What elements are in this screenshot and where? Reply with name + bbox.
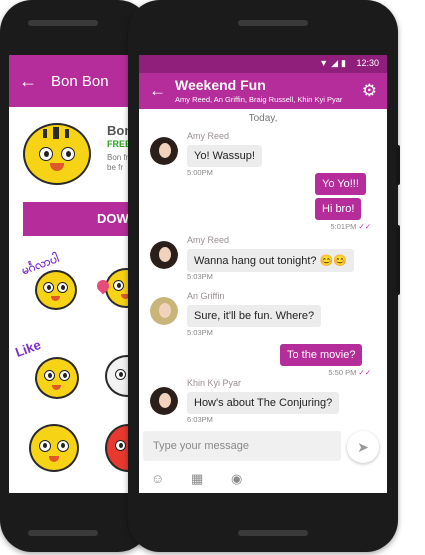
sticker-pack-header: Bon FREE Bon friend be fr: [9, 115, 141, 200]
tiger-sticker-thumbnail: [23, 123, 91, 185]
avatar[interactable]: [150, 241, 178, 269]
read-receipt-icon: ✓✓: [358, 368, 371, 377]
message-sender: Amy Reed: [187, 235, 230, 245]
speaker-grille: [238, 20, 308, 26]
chat-title: Weekend Fun: [175, 77, 266, 93]
arrow-left-icon[interactable]: ←: [19, 71, 37, 92]
message-bubble-incoming[interactable]: Wanna hang out tonight? 😊😊: [187, 249, 354, 272]
image-icon[interactable]: ▦: [191, 471, 203, 487]
chat-members: Amy Reed, An Griffin, Braig Russell, Khi…: [175, 95, 343, 104]
sticker-store-screen: ← Bon Bon Bon FREE Bon friend be fr DOW …: [9, 55, 141, 493]
speaker-grille: [28, 20, 98, 26]
status-bar: ▼◢▮ 12:30: [139, 55, 387, 73]
send-icon[interactable]: ➤: [347, 431, 379, 463]
power-button: [396, 225, 400, 295]
chat-appbar: ← Weekend Fun Amy Reed, An Griffin, Brai…: [139, 73, 387, 109]
message-sender: An Griffin: [187, 291, 225, 301]
wifi-icon: ▼: [319, 58, 332, 68]
status-icons: ▼◢▮: [319, 58, 349, 69]
speaker-grille: [28, 530, 98, 536]
sticker-store-appbar: ← Bon Bon: [9, 55, 141, 107]
message-input[interactable]: Type your message: [143, 431, 341, 461]
camera-icon[interactable]: ◉: [231, 471, 242, 487]
avatar[interactable]: [150, 137, 178, 165]
sticker-item[interactable]: Like: [13, 337, 81, 401]
sticker-item[interactable]: [19, 420, 81, 484]
message-bubble-incoming[interactable]: How's about The Conjuring?: [187, 392, 340, 414]
tiger-sticker: [35, 357, 79, 399]
message-time: 5:03PM: [187, 272, 213, 281]
message-sender: Khin Kyi Pyar: [187, 378, 242, 388]
message-time: 5:50 PM ✓✓: [328, 368, 371, 377]
message-bubble-outgoing[interactable]: Yo Yo!!!: [315, 173, 366, 195]
signal-icon: ◢: [331, 58, 342, 68]
page-title: Bon Bon: [51, 73, 109, 90]
battery-icon: ▮: [341, 58, 349, 68]
message-bubble-outgoing[interactable]: Hi bro!: [315, 198, 362, 220]
message-bubble-incoming[interactable]: Sure, it'll be fun. Where?: [187, 305, 322, 327]
day-divider: Today,: [248, 113, 278, 124]
message-sender: Amy Reed: [187, 131, 230, 141]
avatar[interactable]: [150, 387, 178, 415]
message-time: 5:03PM: [187, 328, 213, 337]
speaker-grille: [238, 530, 308, 536]
message-time: 5:00PM: [187, 168, 213, 177]
tiger-sticker: [29, 424, 79, 472]
sticker-icon[interactable]: ☺: [151, 471, 164, 486]
message-bubble-outgoing[interactable]: To the movie?: [280, 344, 363, 366]
read-receipt-icon: ✓✓: [358, 222, 371, 231]
arrow-left-icon[interactable]: ←: [149, 81, 166, 101]
message-time: 6:03PM: [187, 415, 213, 424]
gear-icon[interactable]: ⚙: [362, 81, 377, 101]
message-composer: Type your message ➤ ☺ ▦ ◉: [139, 427, 387, 493]
message-time: 5:01PM ✓✓: [330, 222, 371, 231]
volume-button: [396, 145, 400, 185]
chat-screen: ▼◢▮ 12:30 ← Weekend Fun Amy Reed, An Gri…: [139, 55, 387, 493]
status-time: 12:30: [356, 58, 379, 68]
sticker-caption: Like: [13, 337, 43, 360]
avatar[interactable]: [150, 297, 178, 325]
tiger-sticker: [35, 270, 77, 310]
download-button[interactable]: DOW: [23, 202, 141, 236]
sticker-item[interactable]: မင်္ဂလာပါ: [19, 250, 79, 310]
message-bubble-incoming[interactable]: Yo! Wassup!: [187, 145, 262, 167]
